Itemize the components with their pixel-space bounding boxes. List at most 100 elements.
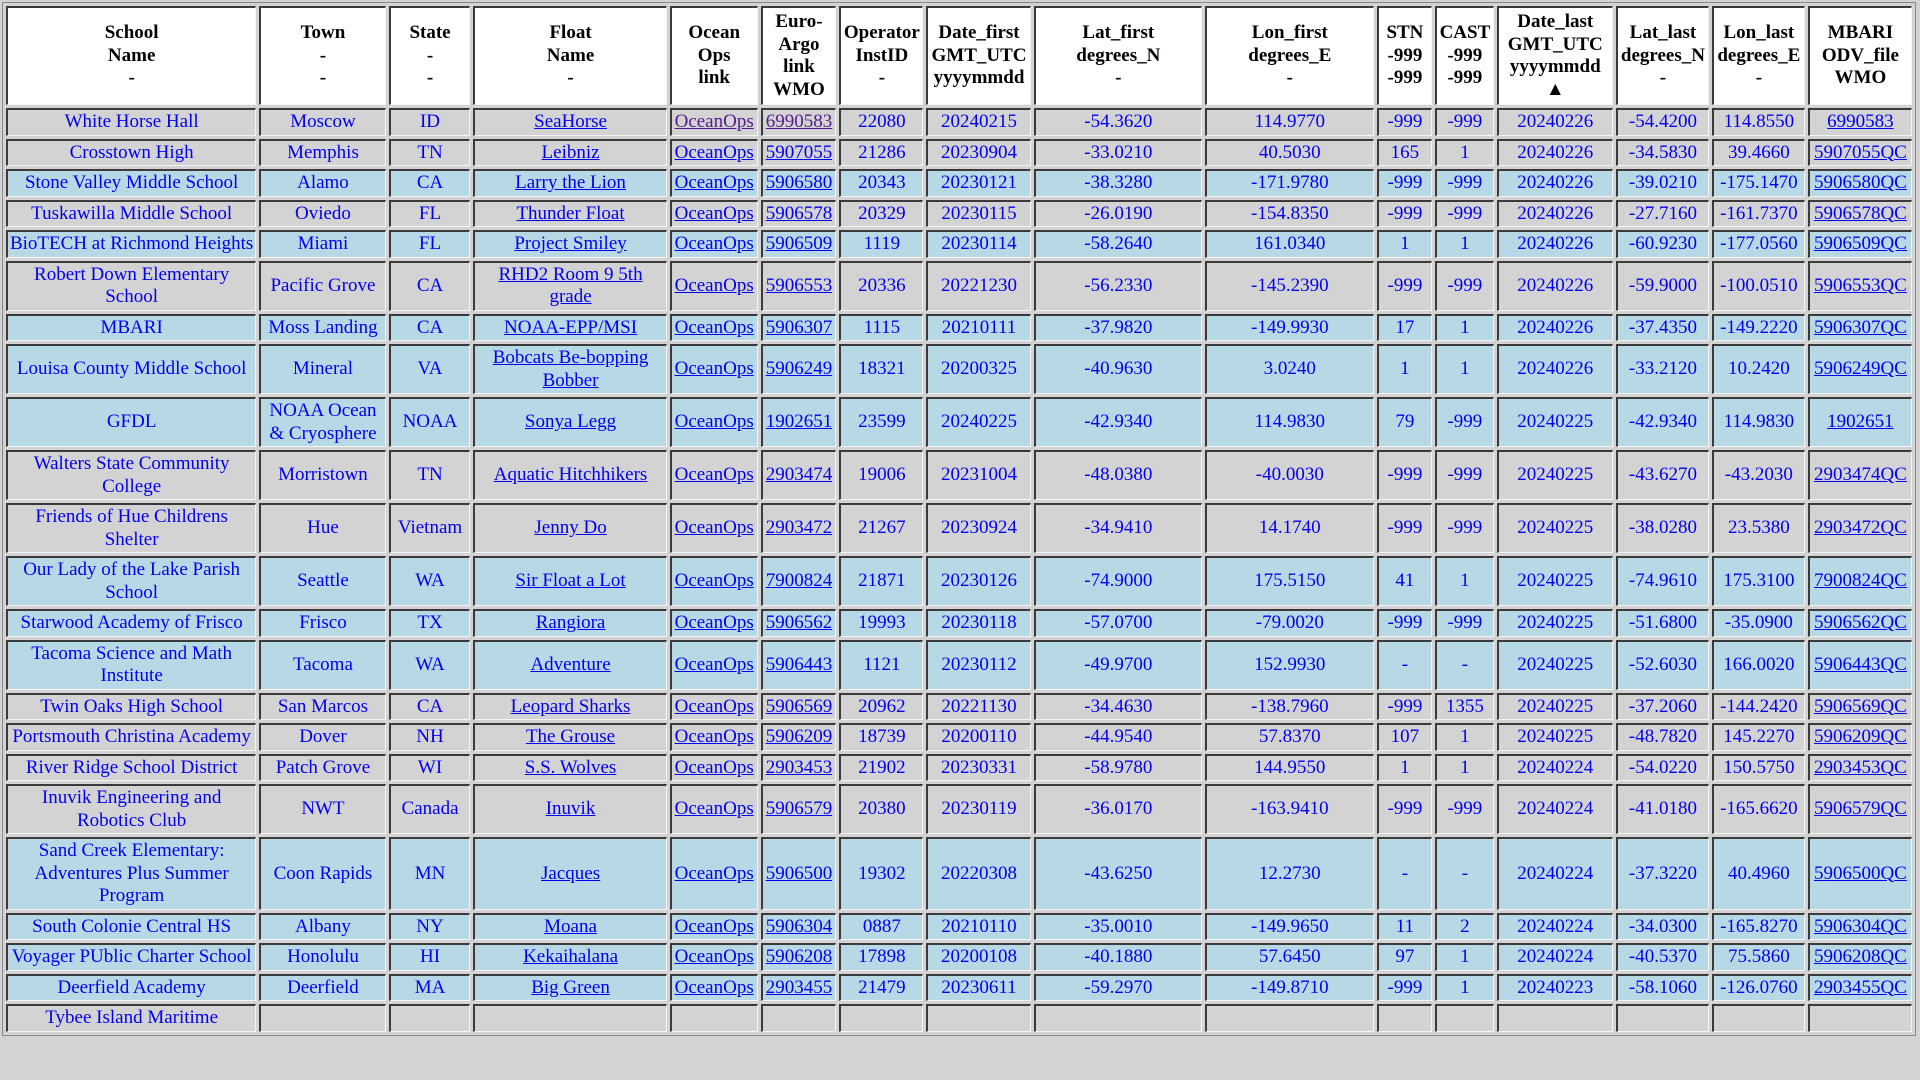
- column-header-school[interactable]: School Name -: [6, 6, 257, 105]
- oceanops-link[interactable]: OceanOps: [675, 317, 754, 338]
- odv-file-link[interactable]: 5906209QC: [1814, 726, 1907, 747]
- euroargo-wmo-link[interactable]: 2903472: [766, 517, 833, 538]
- column-header-cast[interactable]: CAST -999 -999: [1435, 6, 1494, 105]
- odv-file-link[interactable]: 2903455QC: [1814, 977, 1907, 998]
- float-name-link[interactable]: Sonya Legg: [525, 411, 616, 432]
- float-name-link[interactable]: Leopard Sharks: [511, 696, 631, 717]
- oceanops-link[interactable]: OceanOps: [675, 111, 754, 132]
- float-name-link[interactable]: Leibniz: [542, 142, 600, 163]
- odv-file-link[interactable]: 5906443QC: [1814, 654, 1907, 675]
- oceanops-link[interactable]: OceanOps: [675, 275, 754, 296]
- euroargo-wmo-link[interactable]: 5906578: [766, 203, 833, 224]
- oceanops-link[interactable]: OceanOps: [675, 757, 754, 778]
- odv-file-link[interactable]: 5906569QC: [1814, 696, 1907, 717]
- euroargo-wmo-link[interactable]: 5906500: [766, 863, 833, 884]
- oceanops-link[interactable]: OceanOps: [675, 726, 754, 747]
- odv-file-link[interactable]: 2903453QC: [1814, 757, 1907, 778]
- odv-file-link[interactable]: 5906509QC: [1814, 233, 1907, 254]
- odv-file-link[interactable]: 5907055QC: [1814, 142, 1907, 163]
- oceanops-link[interactable]: OceanOps: [675, 696, 754, 717]
- euroargo-wmo-link[interactable]: 5906562: [766, 612, 833, 633]
- column-header-date_last[interactable]: Date_last GMT_UTC yyyymmdd ▲: [1496, 6, 1613, 105]
- float-name-link[interactable]: Thunder Float: [516, 203, 624, 224]
- euroargo-wmo-link[interactable]: 5906509: [766, 233, 833, 254]
- oceanops-link[interactable]: OceanOps: [675, 358, 754, 379]
- odv-file-link[interactable]: 5906553QC: [1814, 275, 1907, 296]
- euroargo-wmo-link[interactable]: 1902651: [766, 411, 833, 432]
- column-header-operator[interactable]: Operator InstID -: [839, 6, 924, 105]
- oceanops-link[interactable]: OceanOps: [675, 916, 754, 937]
- euroargo-wmo-link[interactable]: 2903455: [766, 977, 833, 998]
- oceanops-link[interactable]: OceanOps: [675, 142, 754, 163]
- float-name-link[interactable]: Big Green: [531, 977, 610, 998]
- oceanops-link[interactable]: OceanOps: [675, 570, 754, 591]
- odv-file-link[interactable]: 7900824QC: [1814, 570, 1907, 591]
- euroargo-wmo-link[interactable]: 5906209: [766, 726, 833, 747]
- odv-file-link[interactable]: 5906304QC: [1814, 916, 1907, 937]
- oceanops-link[interactable]: OceanOps: [675, 654, 754, 675]
- column-header-lat_first[interactable]: Lat_first degrees_N -: [1033, 6, 1203, 105]
- odv-file-link[interactable]: 5906562QC: [1814, 612, 1907, 633]
- float-name-link[interactable]: Project Smiley: [514, 233, 626, 254]
- float-name-link[interactable]: Adventure: [530, 654, 610, 675]
- oceanops-link[interactable]: OceanOps: [675, 863, 754, 884]
- column-header-lon_last[interactable]: Lon_last degrees_E -: [1711, 6, 1805, 105]
- float-name-link[interactable]: Larry the Lion: [515, 172, 626, 193]
- column-header-odv[interactable]: MBARI ODV_file WMO: [1807, 6, 1912, 105]
- column-header-lat_last[interactable]: Lat_last degrees_N -: [1615, 6, 1709, 105]
- float-name-link[interactable]: Aquatic Hitchhikers: [494, 464, 648, 485]
- oceanops-link[interactable]: OceanOps: [675, 946, 754, 967]
- column-header-state[interactable]: State - -: [388, 6, 471, 105]
- column-header-float[interactable]: Float Name -: [473, 6, 667, 105]
- float-name-link[interactable]: RHD2 Room 9 5th grade: [498, 264, 642, 308]
- float-name-link[interactable]: Moana: [544, 916, 597, 937]
- euroargo-wmo-link[interactable]: 2903474: [766, 464, 833, 485]
- float-name-link[interactable]: Jenny Do: [534, 517, 606, 538]
- float-name-link[interactable]: The Grouse: [526, 726, 615, 747]
- euroargo-wmo-link[interactable]: 5906569: [766, 696, 833, 717]
- oceanops-link[interactable]: OceanOps: [675, 517, 754, 538]
- oceanops-link[interactable]: OceanOps: [675, 798, 754, 819]
- odv-file-link[interactable]: 1902651: [1827, 411, 1894, 432]
- float-name-link[interactable]: SeaHorse: [534, 111, 607, 132]
- odv-file-link[interactable]: 5906578QC: [1814, 203, 1907, 224]
- float-name-link[interactable]: Inuvik: [546, 798, 596, 819]
- odv-file-link[interactable]: 5906208QC: [1814, 946, 1907, 967]
- euroargo-wmo-link[interactable]: 5906249: [766, 358, 833, 379]
- oceanops-link[interactable]: OceanOps: [675, 411, 754, 432]
- odv-file-link[interactable]: 6990583: [1827, 111, 1894, 132]
- odv-file-link[interactable]: 2903474QC: [1814, 464, 1907, 485]
- euroargo-wmo-link[interactable]: 2903453: [766, 757, 833, 778]
- oceanops-link[interactable]: OceanOps: [675, 977, 754, 998]
- euroargo-wmo-link[interactable]: 5906553: [766, 275, 833, 296]
- odv-file-link[interactable]: 5906307QC: [1814, 317, 1907, 338]
- euroargo-wmo-link[interactable]: 5906580: [766, 172, 833, 193]
- euroargo-wmo-link[interactable]: 5907055: [766, 142, 833, 163]
- float-name-link[interactable]: NOAA-EPP/MSI: [504, 317, 637, 338]
- euroargo-wmo-link[interactable]: 5906307: [766, 317, 833, 338]
- oceanops-link[interactable]: OceanOps: [675, 203, 754, 224]
- float-name-link[interactable]: Kekaihalana: [523, 946, 618, 967]
- column-header-date_first[interactable]: Date_first GMT_UTC yyyymmdd: [926, 6, 1031, 105]
- column-header-euroargo[interactable]: Euro- Argo link WMO: [760, 6, 837, 105]
- column-header-lon_first[interactable]: Lon_first degrees_E -: [1205, 6, 1374, 105]
- float-name-link[interactable]: Sir Float a Lot: [515, 570, 625, 591]
- column-header-oceanops[interactable]: Ocean Ops link: [669, 6, 758, 105]
- float-name-link[interactable]: S.S. Wolves: [525, 757, 617, 778]
- oceanops-link[interactable]: OceanOps: [675, 233, 754, 254]
- euroargo-wmo-link[interactable]: 5906579: [766, 798, 833, 819]
- euroargo-wmo-link[interactable]: 5906304: [766, 916, 833, 937]
- odv-file-link[interactable]: 5906249QC: [1814, 358, 1907, 379]
- odv-file-link[interactable]: 5906579QC: [1814, 798, 1907, 819]
- float-name-link[interactable]: Jacques: [541, 863, 600, 884]
- euroargo-wmo-link[interactable]: 5906208: [766, 946, 833, 967]
- euroargo-wmo-link[interactable]: 5906443: [766, 654, 833, 675]
- oceanops-link[interactable]: OceanOps: [675, 464, 754, 485]
- euroargo-wmo-link[interactable]: 7900824: [766, 570, 833, 591]
- column-header-town[interactable]: Town - -: [259, 6, 386, 105]
- float-name-link[interactable]: Rangiora: [536, 612, 606, 633]
- odv-file-link[interactable]: 5906580QC: [1814, 172, 1907, 193]
- odv-file-link[interactable]: 2903472QC: [1814, 517, 1907, 538]
- euroargo-wmo-link[interactable]: 6990583: [766, 111, 833, 132]
- float-name-link[interactable]: Bobcats Be-bopping Bobber: [493, 347, 649, 391]
